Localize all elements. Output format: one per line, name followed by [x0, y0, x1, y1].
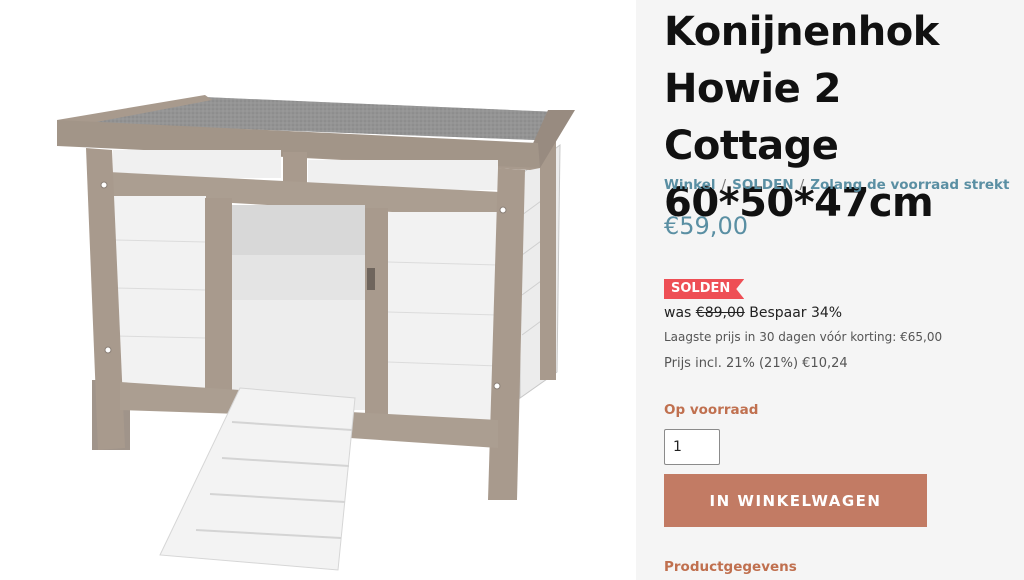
breadcrumb-link-winkel[interactable]: Winkel [664, 177, 716, 193]
product-image[interactable] [0, 0, 636, 580]
add-to-cart-button[interactable]: IN WINKELWAGEN [664, 474, 927, 527]
product-title: Konijnenhok Howie 2 Cottage 60*50*47cm [664, 9, 939, 226]
was-label: was [664, 305, 692, 321]
breadcrumb-separator: / [721, 177, 727, 193]
breadcrumb-link-solden[interactable]: SOLDEN [732, 177, 794, 193]
sale-badge: SOLDEN [664, 279, 744, 299]
savings-text: Bespaar 34% [749, 305, 843, 321]
lowest-price-note: Laagste prijs in 30 dagen vóór korting: … [664, 330, 943, 344]
breadcrumb-link-zolang-de-voorraad-strekt[interactable]: Zolang de voorraad strekt [810, 177, 1009, 193]
original-price: €89,00 [695, 305, 745, 321]
product-details-heading[interactable]: Productgegevens [664, 559, 797, 575]
product-price: €59,00 [664, 212, 748, 240]
vat-note: Prijs incl. 21% (21%) €10,24 [664, 356, 848, 371]
stock-status: Op voorraad [664, 402, 759, 418]
product-image-panel [0, 0, 636, 580]
was-price-line: was €89,00 Bespaar 34% [664, 305, 842, 321]
breadcrumb-separator: / [799, 177, 805, 193]
breadcrumb: Winkel / SOLDEN / Zolang de voorraad strekt [664, 177, 1009, 193]
quantity-input[interactable] [664, 429, 720, 465]
